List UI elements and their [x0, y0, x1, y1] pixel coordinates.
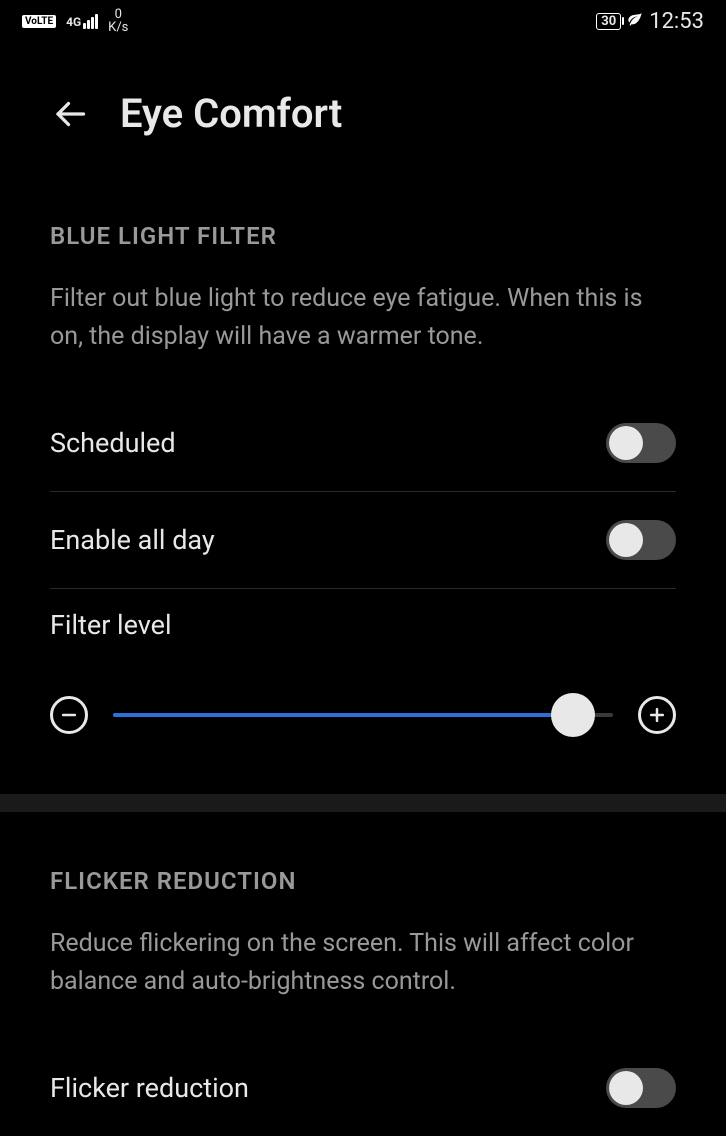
- filter-level-slider: [50, 696, 676, 734]
- slider-fill: [113, 713, 573, 717]
- leaf-icon: [627, 11, 643, 31]
- clock: 12:53: [649, 9, 704, 34]
- setting-enable-all-day[interactable]: Enable all day: [50, 492, 676, 589]
- slider-thumb[interactable]: [551, 693, 595, 737]
- signal-group: 4G: [66, 14, 98, 29]
- section-description-blue-light: Filter out blue light to reduce eye fati…: [50, 280, 676, 355]
- section-header-flicker: FLICKER REDUCTION: [50, 867, 676, 895]
- flicker-reduction-toggle[interactable]: [606, 1068, 676, 1108]
- blue-light-section: BLUE LIGHT FILTER Filter out blue light …: [0, 222, 726, 764]
- enable-all-day-toggle[interactable]: [606, 520, 676, 560]
- page-title: Eye Comfort: [120, 90, 342, 137]
- volte-badge: VoLTE: [22, 15, 56, 28]
- back-button[interactable]: [50, 94, 90, 134]
- slider-track[interactable]: [113, 713, 613, 717]
- status-bar: VoLTE 4G 0 K/s 30 12:53: [0, 0, 726, 40]
- speed-indicator: 0 K/s: [108, 8, 128, 34]
- setting-flicker-reduction[interactable]: Flicker reduction: [50, 1040, 676, 1136]
- decrease-button[interactable]: [50, 696, 88, 734]
- filter-level-section: Filter level: [50, 589, 676, 764]
- filter-level-label: Filter level: [50, 609, 676, 641]
- battery-icon: 30: [596, 13, 621, 30]
- status-right: 30 12:53: [596, 9, 704, 34]
- flicker-section: FLICKER REDUCTION Reduce flickering on t…: [0, 867, 726, 1136]
- section-header-blue-light: BLUE LIGHT FILTER: [50, 222, 676, 250]
- scheduled-toggle[interactable]: [606, 423, 676, 463]
- section-description-flicker: Reduce flickering on the screen. This wi…: [50, 925, 676, 1000]
- network-type: 4G: [66, 15, 81, 29]
- status-left: VoLTE 4G 0 K/s: [22, 8, 128, 34]
- speed-unit: K/s: [108, 21, 128, 34]
- enable-all-day-label: Enable all day: [50, 524, 215, 556]
- flicker-reduction-label: Flicker reduction: [50, 1072, 249, 1104]
- scheduled-label: Scheduled: [50, 427, 176, 459]
- header: Eye Comfort: [0, 40, 726, 167]
- section-separator: [0, 794, 726, 812]
- increase-button[interactable]: [638, 696, 676, 734]
- setting-scheduled[interactable]: Scheduled: [50, 395, 676, 492]
- signal-bars-icon: [83, 14, 98, 29]
